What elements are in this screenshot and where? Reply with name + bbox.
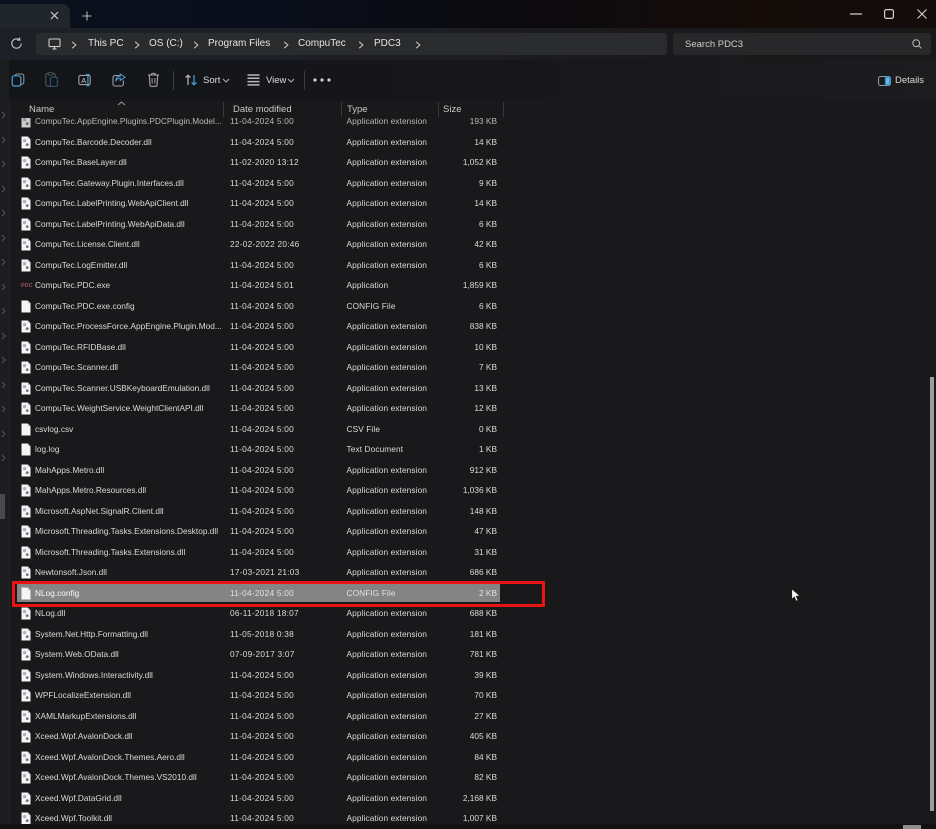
svg-text:A: A: [81, 76, 86, 85]
svg-text:PDC: PDC: [21, 283, 32, 289]
